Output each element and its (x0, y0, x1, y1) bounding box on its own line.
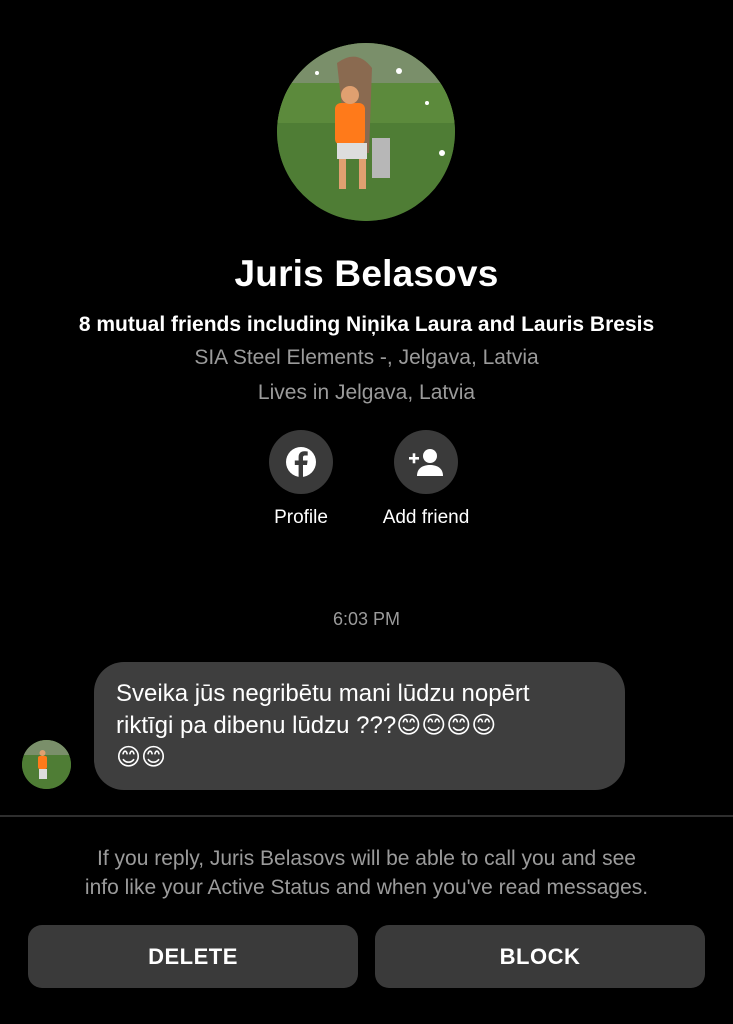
message-text-line: riktīgi pa dibenu lūdzu ???😊😊😊😊 (116, 712, 497, 739)
reply-notice-line: info like your Active Status and when yo… (84, 876, 649, 899)
message-timestamp: 6:03 PM (332, 609, 401, 629)
profile-button[interactable] (269, 430, 333, 494)
sender-avatar-image (22, 740, 71, 789)
add-person-icon (409, 449, 443, 476)
message-text-line: Sveika jūs negribētu mani lūdzu nopērt (116, 680, 530, 707)
add-friend-label: Add friend (382, 507, 470, 528)
add-friend-button[interactable] (394, 430, 458, 494)
mutual-friends: 8 mutual friends including Niņika Laura … (78, 313, 655, 336)
profile-photo[interactable] (277, 43, 455, 221)
work-info: SIA Steel Elements -, Jelgava, Latvia (194, 346, 539, 369)
reply-notice-line: If you reply, Juris Belasovs will be abl… (97, 847, 636, 870)
message-text-line: 😊😊 (116, 744, 167, 771)
reply-notice: If you reply, Juris Belasovs will be abl… (0, 844, 733, 902)
facebook-icon (286, 447, 316, 477)
divider (0, 815, 733, 817)
profile-name: Juris Belasovs (234, 253, 499, 294)
block-button[interactable]: BLOCK (375, 925, 705, 988)
profile-label: Profile (274, 507, 328, 528)
lives-info: Lives in Jelgava, Latvia (257, 381, 476, 404)
sender-avatar[interactable] (22, 740, 71, 789)
profile-photo-image (277, 43, 455, 221)
message-bubble[interactable]: Sveika jūs negribētu mani lūdzu nopērt r… (94, 662, 625, 790)
delete-button[interactable]: DELETE (28, 925, 358, 988)
